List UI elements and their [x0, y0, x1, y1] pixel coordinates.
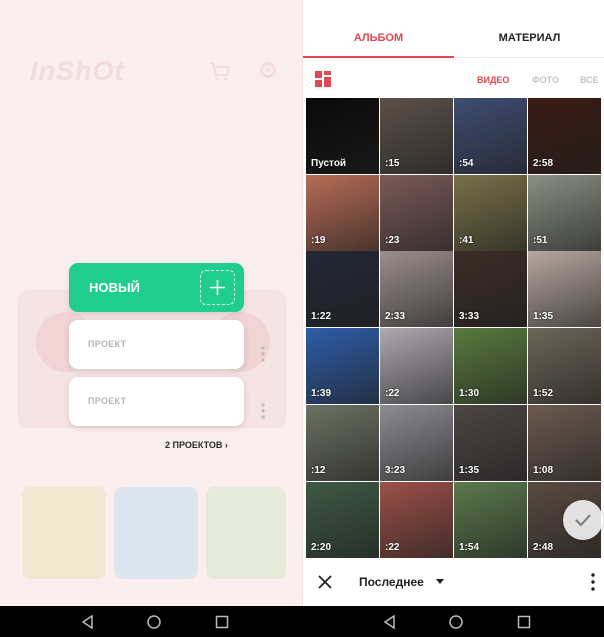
media-thumbnail[interactable]: 1:54 — [454, 481, 527, 558]
duration-label: :23 — [385, 234, 400, 246]
media-grid: Пустой :15 :54 2:58 :19 :23 :41 :51 1:22 2:33 3:33… — [306, 98, 602, 558]
media-thumbnail[interactable]: 3:33 — [454, 251, 527, 328]
more-options-icon[interactable] — [260, 345, 266, 363]
media-thumbnail[interactable]: 3:23 — [380, 404, 453, 481]
media-thumbnail[interactable]: :22 — [380, 328, 453, 405]
duration-label: :22 — [385, 388, 400, 400]
media-thumbnail[interactable]: :41 — [454, 174, 527, 251]
media-thumbnail[interactable]: :19 — [306, 174, 379, 251]
folder-grid-icon[interactable] — [315, 71, 331, 87]
tab-bar: АЛЬБОМ МАТЕРИАЛ — [303, 0, 604, 58]
close-icon[interactable] — [318, 575, 332, 589]
duration-label: 1:54 — [459, 541, 480, 553]
duration-label: :19 — [311, 234, 326, 246]
media-thumbnail[interactable]: :51 — [528, 174, 601, 251]
media-thumbnail[interactable]: :22 — [380, 481, 453, 558]
background-thumbnail — [22, 487, 106, 579]
home-icon[interactable] — [448, 614, 464, 630]
all-projects-link[interactable]: 2 ПРОЕКТОВ › — [165, 440, 228, 450]
project-card[interactable]: ПРОЕКТ — [69, 320, 244, 369]
duration-label: :51 — [533, 234, 548, 246]
media-thumbnail[interactable]: 1:52 — [528, 328, 601, 405]
tab-material[interactable]: МАТЕРИАЛ — [454, 0, 604, 58]
filter-video[interactable]: ВИДЕО — [477, 75, 509, 85]
gear-icon — [260, 62, 276, 78]
duration-label: 1:35 — [533, 311, 554, 323]
duration-label: 1:39 — [311, 388, 332, 400]
duration-label: Пустой — [311, 158, 347, 169]
bottom-bar: Последнее — [303, 558, 604, 606]
duration-label: 1:08 — [533, 464, 554, 476]
new-project-button[interactable]: НОВЫЙ — [69, 263, 244, 312]
app-logo: InShOt — [30, 56, 125, 86]
media-thumbnail[interactable]: :54 — [454, 98, 527, 174]
media-thumbnail[interactable]: :15 — [380, 98, 453, 174]
background-thumbnail — [114, 487, 198, 579]
filter-row: ВИДЕО ФОТО ВСЕ — [303, 58, 604, 98]
home-screen: InShOt НОВЫЙ ПРОЕКТ ПРОЕКТ 2 ПРОЕКТОВ › — [0, 0, 302, 637]
duration-label: 2:33 — [385, 311, 406, 323]
duration-label: :12 — [311, 464, 326, 476]
cart-icon — [210, 62, 231, 81]
recents-icon[interactable] — [516, 614, 532, 630]
filter-photo[interactable]: ФОТО — [532, 75, 559, 85]
duration-label: :15 — [385, 158, 400, 169]
album-selector[interactable]: Последнее — [359, 575, 424, 589]
media-thumbnail[interactable]: :23 — [380, 174, 453, 251]
media-thumbnail[interactable]: 1:39 — [306, 328, 379, 405]
media-thumbnail[interactable]: 1:08 — [528, 404, 601, 481]
duration-label: :54 — [459, 158, 474, 169]
media-thumbnail[interactable]: :12 — [306, 404, 379, 481]
media-thumbnail[interactable]: 1:22 — [306, 251, 379, 328]
duration-label: 1:52 — [533, 388, 554, 400]
recents-icon[interactable] — [214, 614, 230, 630]
media-picker: АЛЬБОМ МАТЕРИАЛ ВИДЕО ФОТО ВСЕ Пустой :15… — [302, 0, 604, 637]
media-thumbnail[interactable]: 1:30 — [454, 328, 527, 405]
duration-label: 3:23 — [385, 464, 406, 476]
home-icon[interactable] — [146, 614, 162, 630]
back-icon[interactable] — [80, 614, 96, 630]
new-project-label: НОВЫЙ — [89, 280, 140, 295]
project-label: ПРОЕКТ — [88, 396, 127, 406]
media-thumbnail[interactable]: 2:58 — [528, 98, 601, 174]
duration-label: 2:20 — [311, 541, 332, 553]
system-nav-bar — [0, 606, 302, 637]
duration-label: 2:58 — [533, 158, 554, 169]
caret-down-icon[interactable] — [436, 579, 444, 584]
media-thumbnail[interactable]: 2:33 — [380, 251, 453, 328]
media-thumbnail[interactable]: 2:20 — [306, 481, 379, 558]
media-thumbnail[interactable]: Пустой — [306, 98, 379, 174]
back-icon[interactable] — [382, 614, 398, 630]
confirm-button[interactable] — [563, 500, 603, 540]
more-options-icon[interactable] — [260, 402, 266, 420]
tab-album[interactable]: АЛЬБОМ — [303, 0, 454, 58]
system-nav-bar — [302, 606, 604, 637]
plus-icon — [200, 270, 235, 305]
filter-all[interactable]: ВСЕ — [580, 75, 599, 85]
more-vertical-icon[interactable] — [591, 573, 595, 591]
background-thumbnail — [206, 487, 286, 579]
check-icon — [575, 514, 591, 527]
duration-label: :22 — [385, 541, 400, 553]
duration-label: 3:33 — [459, 311, 480, 323]
media-thumbnail[interactable]: 1:35 — [454, 404, 527, 481]
duration-label: 1:35 — [459, 464, 480, 476]
project-card[interactable]: ПРОЕКТ — [69, 377, 244, 426]
project-label: ПРОЕКТ — [88, 339, 127, 349]
duration-label: 1:22 — [311, 311, 332, 323]
media-thumbnail[interactable]: 1:35 — [528, 251, 601, 328]
screen: InShOt НОВЫЙ ПРОЕКТ ПРОЕКТ 2 ПРОЕКТОВ › … — [0, 0, 604, 637]
duration-label: 1:30 — [459, 388, 480, 400]
duration-label: :41 — [459, 234, 474, 246]
duration-label: 2:48 — [533, 541, 554, 553]
